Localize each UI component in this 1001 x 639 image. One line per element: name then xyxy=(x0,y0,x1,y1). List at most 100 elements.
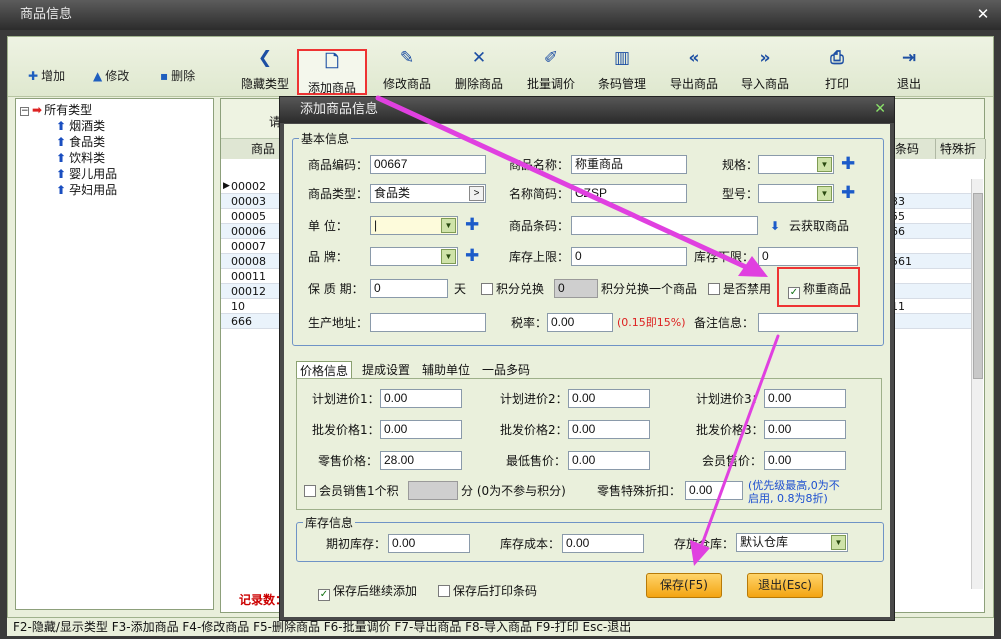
edit-type-button[interactable]: ▲ 修改 xyxy=(93,68,129,84)
tab-commission[interactable]: 提成设置 xyxy=(362,361,410,379)
vertical-scrollbar[interactable] xyxy=(971,179,983,589)
exit-dialog-button[interactable]: 退出(Esc) xyxy=(747,573,823,598)
import-product-button[interactable]: » 导入商品 xyxy=(730,47,800,93)
chevron-down-icon[interactable]: ▼ xyxy=(441,218,456,233)
tree-item[interactable]: ⬆ 婴儿用品 xyxy=(20,166,213,182)
column-header[interactable]: 特殊折 xyxy=(936,139,986,159)
browse-icon[interactable]: > xyxy=(469,186,484,201)
stock-lower-label: 库存下限： xyxy=(694,250,755,264)
stock-cost-input[interactable]: 0.00 xyxy=(562,534,644,553)
column-header[interactable]: 条码 xyxy=(891,139,936,159)
tree-item[interactable]: ⬆ 孕妇用品 xyxy=(20,182,213,198)
chevron-down-icon[interactable]: ▼ xyxy=(831,535,846,550)
add-spec-icon[interactable]: ✚ xyxy=(841,155,855,173)
delete-product-button[interactable]: ✕ 删除商品 xyxy=(444,47,514,93)
main-window-title: 商品信息 xyxy=(0,0,1001,30)
main-close-icon[interactable]: ✕ xyxy=(975,5,991,23)
check-icon[interactable]: ✓ xyxy=(318,589,330,601)
double-right-icon: » xyxy=(759,48,771,68)
column-header[interactable]: 商品 xyxy=(221,139,281,159)
exit-button[interactable]: ⇥ 退出 xyxy=(874,47,944,93)
download-icon[interactable]: ⬇ xyxy=(770,217,780,235)
up-arrow-icon: ⬆ xyxy=(56,135,67,149)
print-barcode-checkbox[interactable]: 保存后打印条码 xyxy=(438,582,537,600)
tree-item[interactable]: ⬆ 食品类 xyxy=(20,134,213,150)
shelf-life-label: 保 质 期： xyxy=(308,282,364,296)
cloud-fetch-button[interactable]: 云获取商品 xyxy=(789,217,849,235)
member-price-label: 会员售价： xyxy=(702,454,763,468)
min-price-input[interactable]: 0.00 xyxy=(568,451,650,470)
chevron-down-icon[interactable]: ▼ xyxy=(817,157,832,172)
add-type-button[interactable]: ✚ 增加 xyxy=(28,68,65,84)
barcode-input[interactable] xyxy=(571,216,758,235)
type-input[interactable]: 食品类 > xyxy=(370,184,486,203)
arrow-right-icon: ➡ xyxy=(32,103,43,117)
plan-price3-input[interactable]: 0.00 xyxy=(764,389,846,408)
code-input[interactable]: 00667 xyxy=(370,155,486,174)
remark-input[interactable] xyxy=(758,313,858,332)
up-arrow-icon: ⬆ xyxy=(56,119,67,133)
wholesale2-input[interactable]: 0.00 xyxy=(568,420,650,439)
warehouse-label: 存放仓库： xyxy=(674,537,735,551)
collapse-icon[interactable]: − xyxy=(20,107,29,116)
scrollbar-thumb[interactable] xyxy=(973,193,983,379)
hide-type-button[interactable]: ❮ 隐藏类型 xyxy=(230,47,300,93)
stock-info-legend: 库存信息 xyxy=(303,514,356,531)
add-unit-icon[interactable]: ✚ xyxy=(465,216,479,234)
tab-aux-unit[interactable]: 辅助单位 xyxy=(422,361,470,379)
print-button[interactable]: ⎙ 打印 xyxy=(802,47,872,93)
initial-stock-input[interactable]: 0.00 xyxy=(388,534,470,553)
abbr-input[interactable]: CZSP xyxy=(571,184,687,203)
basic-info-legend: 基本信息 xyxy=(299,130,352,147)
add-model-icon[interactable]: ✚ xyxy=(841,184,855,202)
stock-upper-input[interactable]: 0 xyxy=(571,247,687,266)
tree-item[interactable]: ⬆ 烟酒类 xyxy=(20,118,213,134)
tab-multi-code[interactable]: 一品多码 xyxy=(482,361,530,379)
save-button[interactable]: 保存(F5) xyxy=(646,573,722,598)
tab-price[interactable]: 价格信息 xyxy=(296,361,353,379)
edit-product-button[interactable]: ✎ 修改商品 xyxy=(372,47,442,93)
member-price-input[interactable]: 0.00 xyxy=(764,451,846,470)
stock-lower-input[interactable]: 0 xyxy=(758,247,858,266)
exit-door-icon: ⇥ xyxy=(901,48,917,68)
delete-type-button[interactable]: ▪ 删除 xyxy=(160,68,195,84)
chevron-down-icon[interactable]: ▼ xyxy=(817,186,832,201)
min-price-label: 最低售价： xyxy=(506,454,567,468)
spec-label: 规格： xyxy=(722,158,759,172)
pen-icon: ✐ xyxy=(543,48,559,68)
plan-price2-input[interactable]: 0.00 xyxy=(568,389,650,408)
member-points-checkbox[interactable]: 会员销售1个积 xyxy=(304,482,399,500)
special-hint-line2: 启用, 0.8为8折) xyxy=(748,492,828,505)
model-select[interactable]: ▼ xyxy=(758,184,834,203)
wholesale1-input[interactable]: 0.00 xyxy=(380,420,462,439)
close-icon[interactable]: ✕ xyxy=(874,101,886,117)
disabled-checkbox[interactable]: 是否禁用 xyxy=(708,280,771,298)
tax-input[interactable]: 0.00 xyxy=(547,313,613,332)
chevron-down-icon[interactable]: ▼ xyxy=(441,249,456,264)
batch-price-button[interactable]: ✐ 批量调价 xyxy=(516,47,586,93)
special-discount-input[interactable]: 0.00 xyxy=(685,481,743,500)
wholesale3-input[interactable]: 0.00 xyxy=(764,420,846,439)
member-points-input[interactable] xyxy=(408,481,458,500)
add-brand-icon[interactable]: ✚ xyxy=(465,247,479,265)
points-input[interactable]: 0 xyxy=(554,279,598,298)
continue-add-checkbox[interactable]: ✓ 保存后继续添加 xyxy=(318,582,417,601)
spec-select[interactable]: ▼ xyxy=(758,155,834,174)
name-label: 商品名称： xyxy=(509,158,570,172)
points-exchange-checkbox[interactable]: 积分兑换 xyxy=(481,280,544,298)
retail-input[interactable]: 28.00 xyxy=(380,451,462,470)
tree-item[interactable]: ⬆ 饮料类 xyxy=(20,150,213,166)
warehouse-select[interactable]: 默认仓库 ▼ xyxy=(736,533,848,552)
unit-select[interactable]: | ▼ xyxy=(370,216,458,235)
address-input[interactable] xyxy=(370,313,486,332)
tree-root[interactable]: − ➡ 所有类型 xyxy=(20,102,213,118)
barcode-manage-button[interactable]: ▥ 条码管理 xyxy=(587,47,657,93)
export-product-button[interactable]: «导出商品 xyxy=(659,47,729,93)
name-input[interactable]: 称重商品 xyxy=(571,155,687,174)
brand-label: 品 牌： xyxy=(308,250,348,264)
shelf-life-input[interactable]: 0 xyxy=(370,279,448,298)
add-product-button[interactable]: 🗋 添加商品 xyxy=(297,49,367,95)
plan-price1-input[interactable]: 0.00 xyxy=(380,389,462,408)
brand-select[interactable]: ▼ xyxy=(370,247,458,266)
abbr-label: 名称简码： xyxy=(509,187,570,201)
